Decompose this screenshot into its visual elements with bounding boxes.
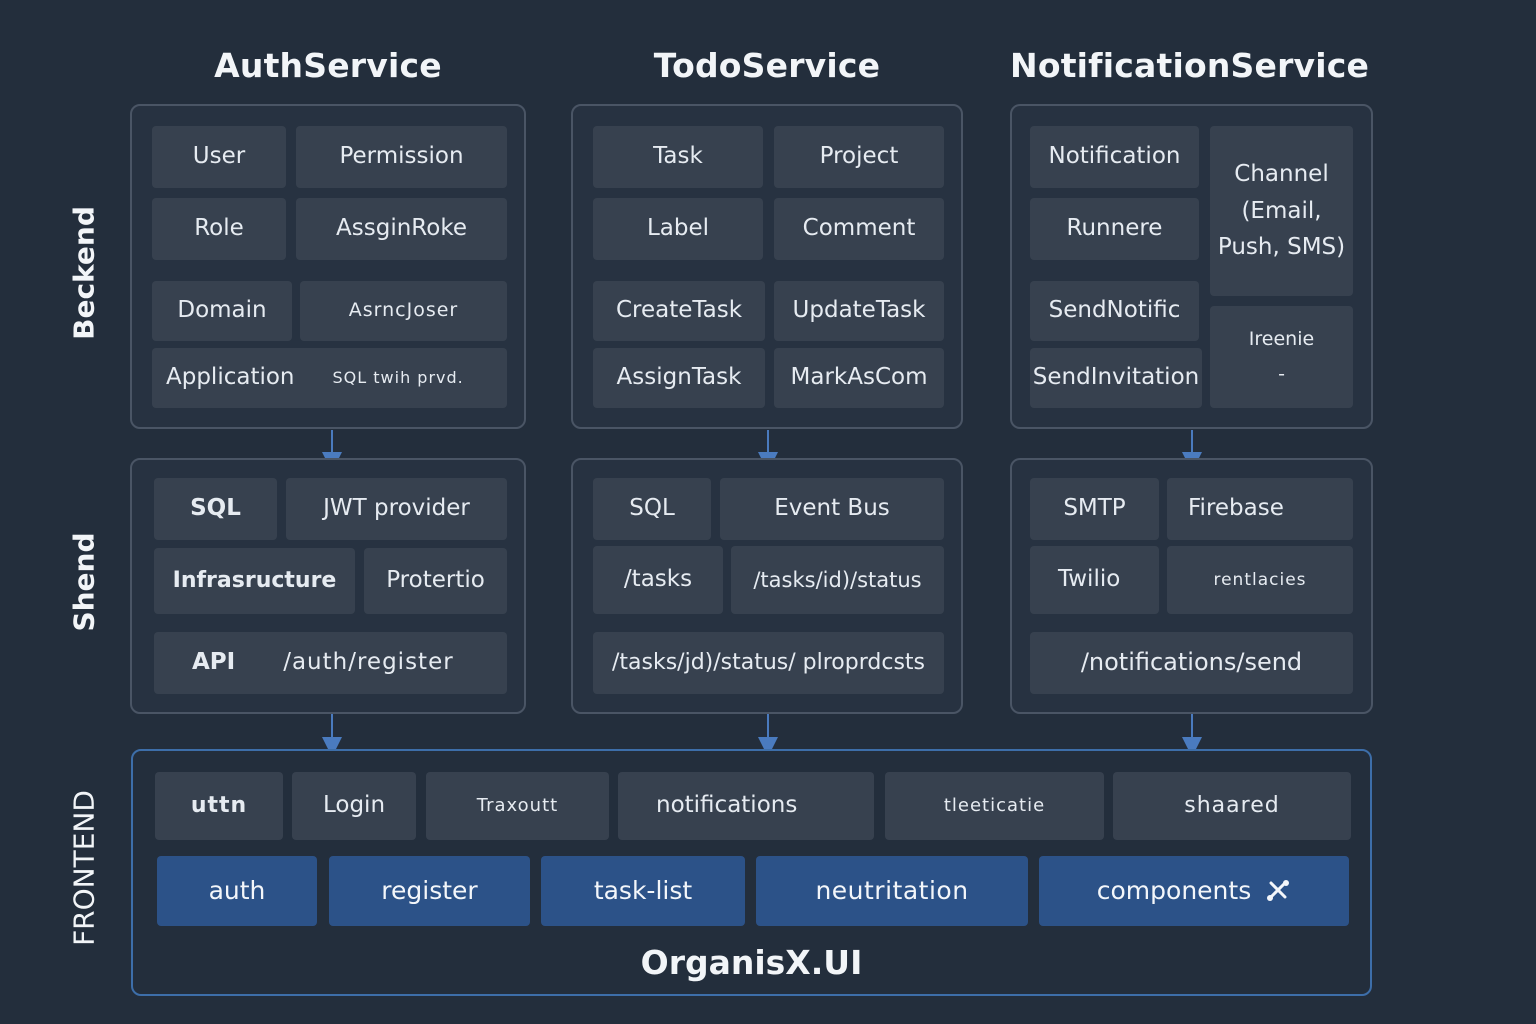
auth-backend-panel: User Permission Role AssginRoke Domain A… xyxy=(130,104,526,429)
ireenie-item: Ireenie - xyxy=(1210,306,1353,408)
module-components: components xyxy=(1039,856,1349,926)
assign-task-usecase: AssignTask xyxy=(593,348,765,408)
notifications-send-route: /notifications/send xyxy=(1030,632,1353,694)
backend-layer-label: Beckend xyxy=(67,206,101,340)
module-auth: auth xyxy=(157,856,317,926)
auth-shared-panel: SQL JWT provider Infrasructure Protertio… xyxy=(130,458,526,714)
assign-role-usecase: AssginRoke xyxy=(296,198,507,260)
ireenie-label: Ireenie xyxy=(1248,327,1315,350)
frontend-layer-label: FRONTEND xyxy=(67,790,101,946)
frontend-item-2: Login xyxy=(292,772,416,840)
auth-sql-item: SQL xyxy=(154,478,277,540)
tasks-status-route: /tasks/id)/status xyxy=(731,546,944,614)
auth-service-title: AuthService xyxy=(214,46,442,85)
create-task-usecase: CreateTask xyxy=(593,281,765,341)
frontend-item-5: tleeticatie xyxy=(885,772,1104,840)
todo-backend-panel: Task Project Label Comment CreateTask Up… xyxy=(571,104,963,429)
label-entity: Label xyxy=(593,198,763,260)
update-task-usecase: UpdateTask xyxy=(774,281,944,341)
frontend-item-4: notifications xyxy=(618,772,874,840)
send-notification-usecase: SendNotific xyxy=(1030,281,1199,341)
tasks-status-products-route: /tasks/jd)/status/ plroprdcsts xyxy=(593,632,944,694)
shared-layer-label: Shend xyxy=(67,532,101,632)
send-invitation-usecase: SendInvitation xyxy=(1030,348,1202,408)
auth-register-route: /auth/register xyxy=(283,649,454,676)
infrastructure-item: Infrasructure xyxy=(154,548,355,614)
project-entity: Project xyxy=(774,126,944,188)
module-neutritation: neutritation xyxy=(756,856,1028,926)
firebase-item: Firebase xyxy=(1167,478,1353,540)
notification-backend-panel: Notification Channel (Email, Push, SMS) … xyxy=(1010,104,1373,429)
frontend-item-3: Traxoutt xyxy=(426,772,609,840)
rentlacies-item: rentlacies xyxy=(1167,546,1353,614)
user-entity: User xyxy=(152,126,286,188)
tasks-route: /tasks xyxy=(593,546,723,614)
todo-service-title: TodoService xyxy=(653,46,881,85)
notification-shared-panel: SMTP Firebase Twilio rentlacies /notific… xyxy=(1010,458,1373,714)
mark-complete-usecase: MarkAsCom xyxy=(774,348,944,408)
task-entity: Task xyxy=(593,126,763,188)
smtp-item: SMTP xyxy=(1030,478,1159,540)
comment-entity: Comment xyxy=(774,198,944,260)
app-name: OrganisX.UI xyxy=(640,943,863,982)
ireenie-dash: - xyxy=(1278,363,1285,385)
domain-layer: Domain xyxy=(152,281,292,341)
auth-api-item: API /auth/register xyxy=(154,632,507,694)
frontend-item-6: shaared xyxy=(1113,772,1351,840)
components-label: components xyxy=(1096,875,1252,905)
twilio-item: Twilio xyxy=(1030,546,1159,614)
async-user-item: AsrncJoser xyxy=(300,281,507,341)
api-label: API xyxy=(192,649,236,676)
module-register: register xyxy=(329,856,530,926)
frontend-item-1: uttn xyxy=(155,772,283,840)
protertio-item: Protertio xyxy=(364,548,507,614)
jwt-provider-item: JWT provider xyxy=(286,478,507,540)
permission-entity: Permission xyxy=(296,126,507,188)
event-bus-item: Event Bus xyxy=(720,478,944,540)
todo-sql-item: SQL xyxy=(593,478,711,540)
channel-entity: Channel (Email, Push, SMS) xyxy=(1210,126,1353,296)
todo-shared-panel: SQL Event Bus /tasks /tasks/id)/status /… xyxy=(571,458,963,714)
notification-service-title: NotificationService xyxy=(1010,46,1370,85)
sql-jwt-provider-label: SQL twih prvd. xyxy=(332,367,464,387)
tools-icon xyxy=(1265,879,1291,903)
module-task-list: task-list xyxy=(541,856,745,926)
runner-item: Runnere xyxy=(1030,198,1199,260)
notification-entity: Notification xyxy=(1030,126,1199,188)
application-label: Application xyxy=(166,364,295,391)
role-entity: Role xyxy=(152,198,286,260)
application-layer: Application SQL twih prvd. xyxy=(152,348,507,408)
